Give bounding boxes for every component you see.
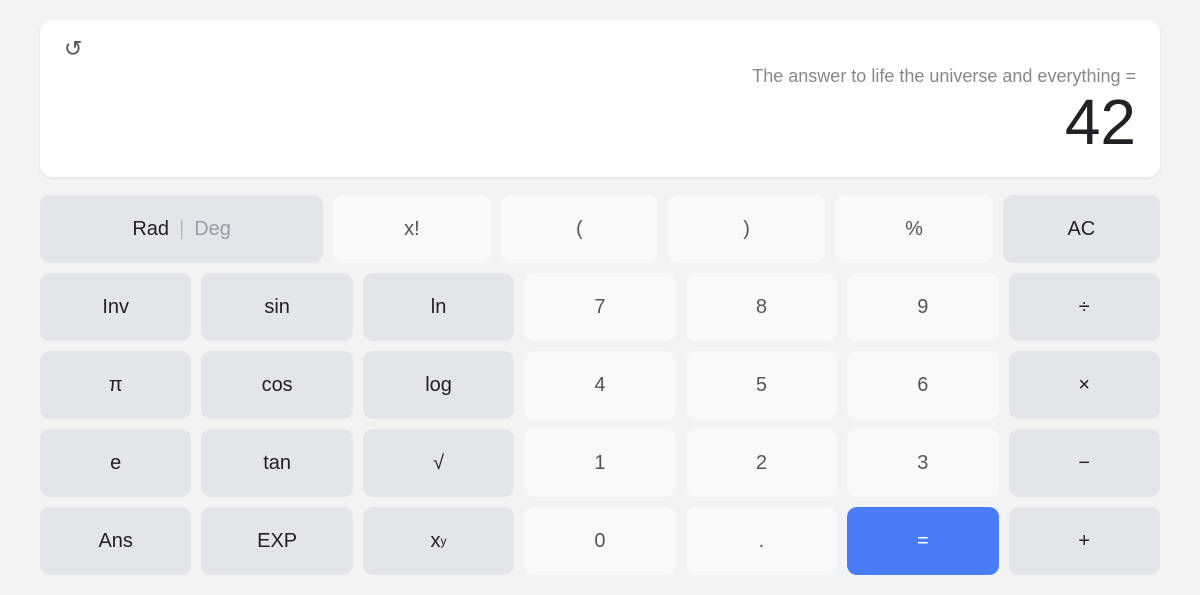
close-paren-button[interactable]: ): [668, 195, 825, 263]
add-button[interactable]: +: [1009, 507, 1160, 575]
rad-deg-button[interactable]: Rad | Deg: [40, 195, 323, 263]
ans-button[interactable]: Ans: [40, 507, 191, 575]
button-row-5: Ans EXP xy 0 . = +: [40, 507, 1160, 575]
equals-button[interactable]: =: [847, 507, 998, 575]
inv-button[interactable]: Inv: [40, 273, 191, 341]
8-button[interactable]: 8: [686, 273, 837, 341]
exp-button[interactable]: EXP: [201, 507, 352, 575]
4-button[interactable]: 4: [524, 351, 675, 419]
divide-button[interactable]: ÷: [1009, 273, 1160, 341]
9-button[interactable]: 9: [847, 273, 998, 341]
display-expression: The answer to life the universe and ever…: [64, 62, 1136, 87]
sin-button[interactable]: sin: [201, 273, 352, 341]
1-button[interactable]: 1: [524, 429, 675, 497]
decimal-button[interactable]: .: [686, 507, 837, 575]
deg-label: Deg: [194, 218, 231, 241]
history-icon[interactable]: ↺: [64, 36, 92, 62]
button-row-1: Rad | Deg x! ( ) % AC: [40, 195, 1160, 263]
3-button[interactable]: 3: [847, 429, 998, 497]
button-row-4: e tan √ 1 2 3 −: [40, 429, 1160, 497]
ln-button[interactable]: ln: [363, 273, 514, 341]
pi-button[interactable]: π: [40, 351, 191, 419]
factorial-button[interactable]: x!: [333, 195, 490, 263]
rad-deg-divider: |: [179, 218, 184, 241]
6-button[interactable]: 6: [847, 351, 998, 419]
open-paren-button[interactable]: (: [501, 195, 658, 263]
calculator: ↺ The answer to life the universe and ev…: [20, 0, 1180, 595]
multiply-button[interactable]: ×: [1009, 351, 1160, 419]
subtract-button[interactable]: −: [1009, 429, 1160, 497]
percent-button[interactable]: %: [835, 195, 992, 263]
cos-button[interactable]: cos: [201, 351, 352, 419]
power-button[interactable]: xy: [363, 507, 514, 575]
7-button[interactable]: 7: [524, 273, 675, 341]
tan-button[interactable]: tan: [201, 429, 352, 497]
button-row-2: Inv sin ln 7 8 9 ÷: [40, 273, 1160, 341]
5-button[interactable]: 5: [686, 351, 837, 419]
clear-button[interactable]: AC: [1003, 195, 1160, 263]
display: ↺ The answer to life the universe and ev…: [40, 20, 1160, 177]
button-row-3: π cos log 4 5 6 ×: [40, 351, 1160, 419]
0-button[interactable]: 0: [524, 507, 675, 575]
sqrt-button[interactable]: √: [363, 429, 514, 497]
e-button[interactable]: e: [40, 429, 191, 497]
log-button[interactable]: log: [363, 351, 514, 419]
rad-label: Rad: [132, 218, 169, 241]
2-button[interactable]: 2: [686, 429, 837, 497]
button-grid: Rad | Deg x! ( ) % AC Inv sin ln 7 8 9 ÷…: [40, 195, 1160, 575]
display-result: 42: [64, 87, 1136, 157]
